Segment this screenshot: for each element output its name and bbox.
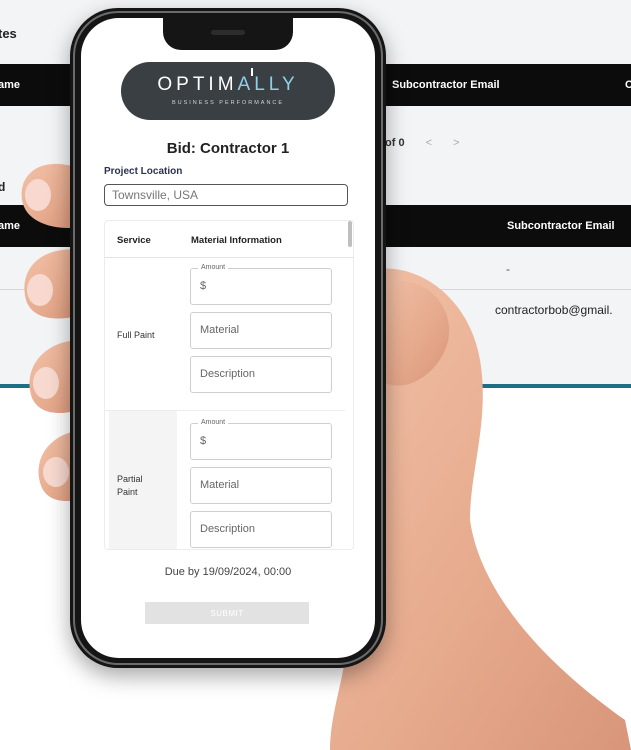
services-table: Service Material Information Full Paint … [104,220,354,550]
amount-label: Amount [198,418,229,428]
submit-button[interactable]: SUBMIT [145,602,309,624]
amount-value: $ [200,435,207,447]
service-cell: Partial Paint [109,411,177,549]
material-input[interactable]: Material [190,312,332,349]
table-header: Service Material Information [105,221,353,258]
material-input[interactable]: Material [190,467,332,504]
service-cell: Full Paint [109,258,177,410]
amount-value: $ [200,280,207,292]
scrollbar[interactable] [348,221,352,247]
project-location-input[interactable]: Townsville, USA [104,184,348,206]
table-row: Full Paint Amount $ Material Description [105,258,345,411]
amount-label: Amount [198,263,229,273]
header-service: Service [117,235,151,246]
header-material-information: Material Information [191,235,282,246]
description-input[interactable]: Description [190,511,332,548]
page-title: Bid: Contractor 1 [166,140,290,157]
phone-notch [163,18,293,50]
phone-device: OPTIMALLY BUSINESS PERFORMANCE Bid: Cont… [70,8,386,668]
table-row: Partial Paint Amount $ Material Descript… [105,411,345,549]
project-location-label: Project Location [104,166,183,177]
phone-screen: OPTIMALLY BUSINESS PERFORMANCE Bid: Cont… [81,18,375,658]
amount-input[interactable]: Amount $ [190,418,332,460]
service-name: Partial Paint [117,474,143,497]
description-input[interactable]: Description [190,356,332,393]
due-date: Due by 19/09/2024, 00:00 [164,566,292,578]
amount-input[interactable]: Amount $ [190,263,332,305]
service-name: Full Paint [117,330,155,340]
logo-tagline: BUSINESS PERFORMANCE [171,100,285,106]
company-logo: OPTIMALLY BUSINESS PERFORMANCE [121,62,335,120]
logo-wordmark: OPTIMALLY [157,74,299,95]
